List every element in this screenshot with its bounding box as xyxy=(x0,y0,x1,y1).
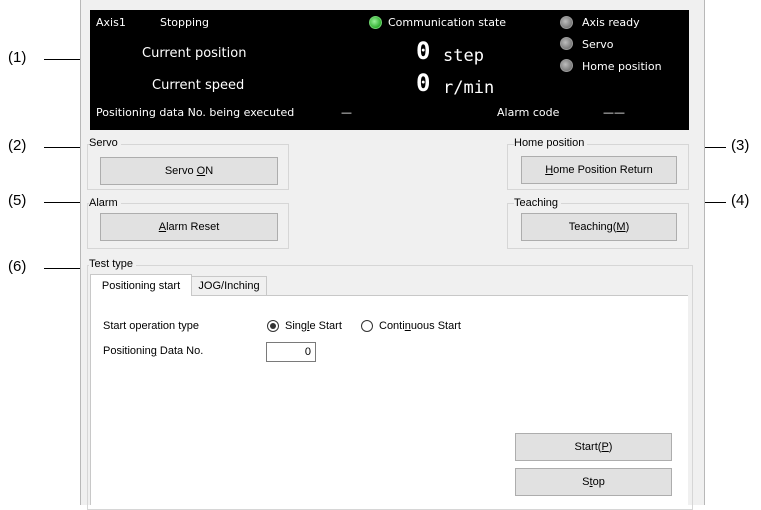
start-button-accesskey: P xyxy=(601,441,609,453)
start-button[interactable]: Start(P) xyxy=(515,433,672,461)
callout-5: (5) xyxy=(8,192,27,209)
continuous-start-label-post: uous Start xyxy=(410,320,461,332)
single-start-label-pre: Sing xyxy=(285,320,308,332)
teaching-button-accesskey: M xyxy=(616,221,626,233)
alarm-reset-button[interactable]: Alarm Reset xyxy=(100,213,278,241)
leader-line-5 xyxy=(44,202,84,203)
current-position-value: 0 xyxy=(416,37,431,65)
alarm-group-label: Alarm xyxy=(89,197,121,209)
continuous-start-radio[interactable] xyxy=(361,320,373,332)
tab-positioning-start[interactable]: Positioning start xyxy=(90,274,192,296)
teaching-button-label-post: ) xyxy=(625,221,630,233)
alarm-code-label: Alarm code xyxy=(497,106,560,119)
current-speed-unit: r/min xyxy=(443,78,495,98)
status-panel: Axis1 Stopping Communication state Axis … xyxy=(90,10,689,130)
test-type-group-label: Test type xyxy=(89,258,137,270)
servo-on-button[interactable]: Servo ON xyxy=(100,157,278,185)
single-start-label-post: e Start xyxy=(309,320,342,332)
stop-button-label-post: op xyxy=(592,476,605,488)
alarm-reset-button-label: larm Reset xyxy=(166,221,220,233)
current-position-label: Current position xyxy=(142,46,247,61)
servo-on-button-label-post: N xyxy=(205,165,214,177)
communication-led-icon xyxy=(369,16,382,29)
home-position-return-button-label: ome Position Return xyxy=(553,164,653,176)
callout-1: (1) xyxy=(8,49,27,66)
alarm-code-value: —— xyxy=(603,106,625,119)
current-speed-value: 0 xyxy=(416,69,431,97)
current-speed-label: Current speed xyxy=(152,78,245,93)
axis-name: Axis1 xyxy=(96,16,126,29)
single-start-radio[interactable] xyxy=(267,320,279,332)
teaching-group-label: Teaching xyxy=(514,197,562,209)
home-position-group-label: Home position xyxy=(514,137,588,149)
home-position-return-button-accesskey: H xyxy=(545,164,554,176)
executing-data-value: — xyxy=(341,106,352,119)
callout-3: (3) xyxy=(731,137,750,154)
continuous-start-label-pre: Conti xyxy=(379,320,405,332)
communication-label: Communication state xyxy=(388,16,507,29)
start-button-label-pre: Start( xyxy=(574,441,602,453)
positioning-data-no-label-post: Data No. xyxy=(156,345,204,357)
teaching-button-label-pre: Teaching( xyxy=(568,221,617,233)
home-position-indicator-label: Home position xyxy=(582,60,662,73)
positioning-data-no-input[interactable]: 0 xyxy=(266,342,316,362)
axis-state: Stopping xyxy=(160,16,210,29)
leader-line-1 xyxy=(44,59,84,60)
home-position-led-icon xyxy=(560,59,573,72)
stop-button[interactable]: St op xyxy=(515,468,672,496)
leader-line-2 xyxy=(44,147,84,148)
single-start-label[interactable]: Single Start xyxy=(285,320,342,332)
leader-line-6 xyxy=(44,268,84,269)
alarm-reset-button-accesskey: A xyxy=(158,221,167,233)
tab-jog-inching[interactable]: JOG/Inching xyxy=(191,276,267,296)
servo-led-icon xyxy=(560,37,573,50)
home-position-return-button[interactable]: Home Position Return xyxy=(521,156,677,184)
servo-indicator-label: Servo xyxy=(582,38,614,51)
start-button-label-post: ) xyxy=(608,441,613,453)
servo-on-button-accesskey: O xyxy=(196,165,206,177)
servo-group-label: Servo xyxy=(89,137,121,149)
callout-6: (6) xyxy=(8,258,27,275)
current-position-unit: step xyxy=(443,46,484,66)
axis-ready-label: Axis ready xyxy=(582,16,640,29)
continuous-start-label[interactable]: Continuous Start xyxy=(379,320,461,332)
callout-2: (2) xyxy=(8,137,27,154)
teaching-button[interactable]: Teaching(M) xyxy=(521,213,677,241)
axis-ready-led-icon xyxy=(560,16,573,29)
positioning-data-no-label: Positioning Data No. xyxy=(103,345,203,357)
positioning-data-no-label-pre: Positionin xyxy=(103,345,151,357)
start-operation-type-label: Start operation type xyxy=(103,320,200,332)
callout-4: (4) xyxy=(731,192,750,209)
executing-data-label: Positioning data No. being executed xyxy=(96,106,295,119)
stop-button-label-pre: S xyxy=(582,476,590,488)
servo-on-button-label-pre: Servo xyxy=(164,165,197,177)
